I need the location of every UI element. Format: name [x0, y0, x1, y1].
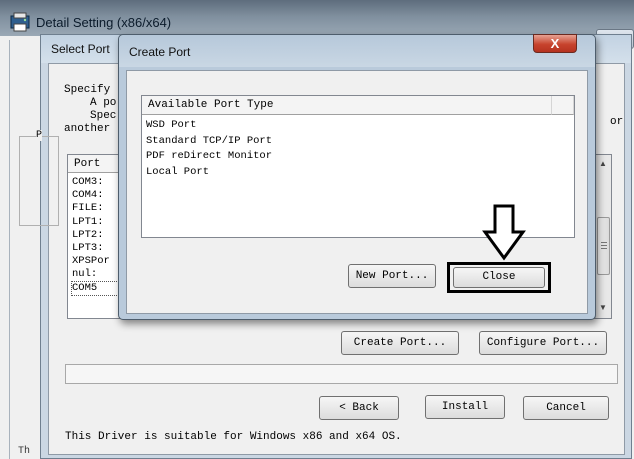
instructions-text: Specify A po Spec another: [64, 84, 116, 136]
port-type-rows: WSD Port Standard TCP/IP Port PDF reDire…: [146, 118, 272, 180]
port-type-row[interactable]: WSD Port: [146, 118, 272, 134]
instruction-line: Specify: [64, 84, 111, 96]
configure-port-button[interactable]: Configure Port...: [479, 331, 607, 355]
group-box-label: P: [36, 130, 43, 141]
right-partial-text: or: [610, 116, 624, 128]
port-group-box: [19, 136, 59, 226]
scroll-up-icon[interactable]: ▲: [599, 159, 607, 168]
install-button[interactable]: Install: [425, 395, 505, 419]
create-port-title-bar: [119, 35, 595, 67]
driver-note: This Driver is suitable for Windows x86 …: [65, 431, 402, 443]
close-button[interactable]: Close: [453, 267, 545, 288]
outer-footer-text: Th: [18, 446, 31, 457]
select-port-title: Select Port: [51, 42, 110, 56]
create-port-title: Create Port: [129, 45, 191, 59]
port-type-row[interactable]: PDF reDirect Monitor: [146, 149, 272, 165]
scroll-down-icon[interactable]: ▼: [599, 303, 607, 312]
instruction-line: Spec: [90, 110, 117, 122]
available-port-type-header[interactable]: Available Port Type: [142, 96, 552, 115]
port-list-scrollbar[interactable]: ▲ ▼: [595, 155, 611, 318]
port-type-row[interactable]: Local Port: [146, 165, 272, 181]
header-filler: [552, 96, 574, 115]
down-arrow-icon: [482, 204, 526, 261]
back-button[interactable]: < Back: [319, 396, 399, 420]
available-port-type-header-label: Available Port Type: [148, 99, 274, 111]
port-type-row[interactable]: Standard TCP/IP Port: [146, 134, 272, 150]
instruction-line: A po: [90, 97, 117, 109]
create-port-dialog: Create Port X Available Port Type WSD Po…: [118, 34, 596, 320]
outer-left-edge: [0, 40, 10, 459]
dialog-close-icon[interactable]: X: [533, 34, 577, 53]
instruction-line: another: [64, 123, 111, 135]
create-port-client-area: Available Port Type WSD Port Standard TC…: [126, 70, 588, 314]
printer-app-icon: [10, 12, 30, 32]
new-port-button[interactable]: New Port...: [348, 264, 436, 288]
scrollbar-thumb[interactable]: [597, 217, 610, 275]
cancel-button[interactable]: Cancel: [523, 396, 609, 420]
create-port-button[interactable]: Create Port...: [341, 331, 459, 355]
port-column-header-label: Port: [74, 158, 101, 170]
progress-bar: [65, 364, 618, 384]
outer-window-title: Detail Setting (x86/x64): [36, 15, 172, 30]
